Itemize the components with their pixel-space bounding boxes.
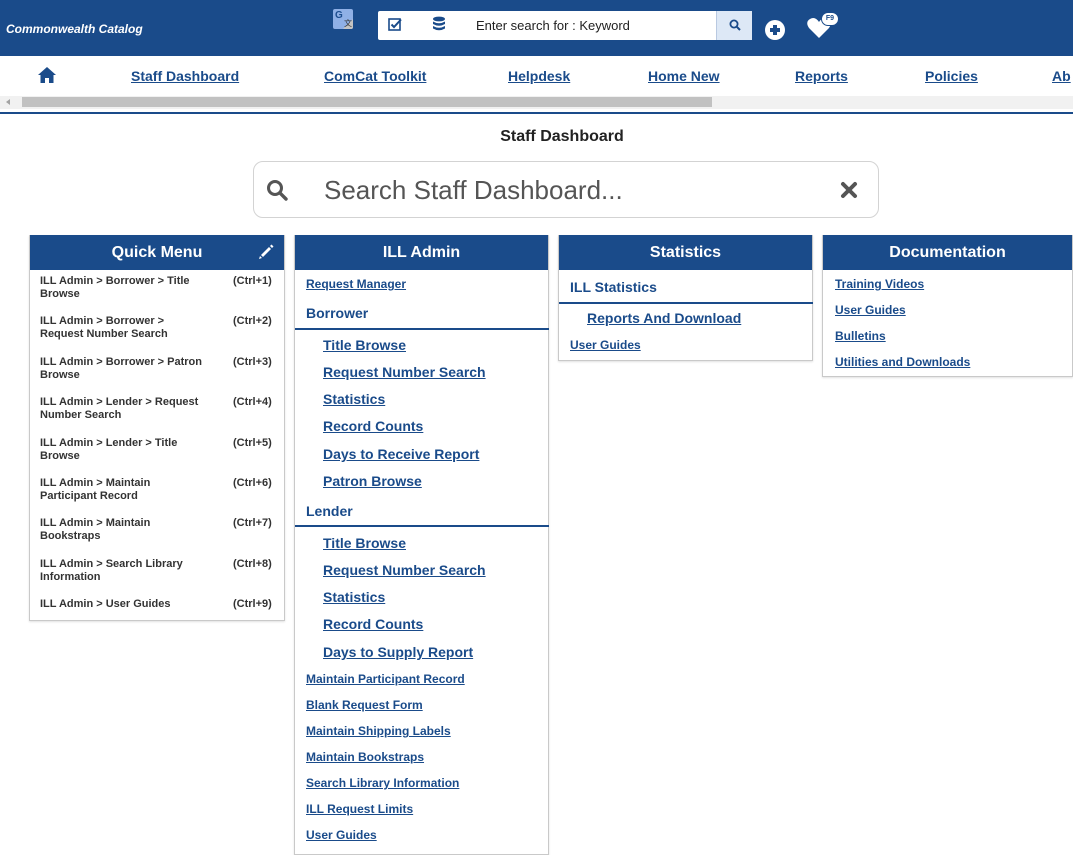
days-to-receive-report-link[interactable]: Days to Receive Report: [323, 446, 479, 462]
quick-menu-item[interactable]: ILL Admin > Search Library Information (C…: [30, 553, 284, 593]
quick-menu-item-label[interactable]: ILL Admin > Maintain Participant Record: [40, 477, 210, 503]
statistics-header: Statistics: [559, 235, 812, 270]
borrower-statistics-link[interactable]: Statistics: [323, 391, 385, 407]
borrower-record-counts-link[interactable]: Record Counts: [323, 418, 423, 434]
quick-menu-title: Quick Menu: [111, 244, 203, 261]
quick-menu-item-label[interactable]: ILL Admin > Borrower > Patron Browse: [40, 356, 210, 382]
ill-statistics-divider: [559, 302, 813, 304]
quick-menu-item-label[interactable]: ILL Admin > Maintain Bookstraps: [40, 517, 210, 543]
ill-statistics-heading: ILL Statistics: [570, 279, 657, 295]
quick-menu-item-label[interactable]: ILL Admin > Lender > Title Browse: [40, 437, 210, 463]
ill-admin-header: ILL Admin: [295, 235, 548, 270]
search-library-information-link[interactable]: Search Library Information: [306, 776, 459, 790]
quick-menu-shortcut: (Ctrl+6): [233, 476, 272, 489]
quick-menu-shortcut: (Ctrl+1): [233, 275, 272, 287]
borrower-title-browse-link[interactable]: Title Browse: [323, 337, 406, 353]
quick-menu-item-label[interactable]: ILL Admin > Search Library Information: [40, 558, 210, 584]
quick-menu-item[interactable]: ILL Admin > Borrower > Title Browse (Ctrl…: [30, 270, 284, 310]
catalog-search-input[interactable]: Enter search for : Keyword: [476, 18, 630, 33]
quick-menu-item[interactable]: ILL Admin > Lender > Request Number Sear…: [30, 391, 284, 431]
documentation-panel: Documentation Training Videos User Guide…: [822, 235, 1073, 377]
quick-menu-item[interactable]: ILL Admin > User Guides (Ctrl+9): [30, 593, 284, 633]
bulletins-link[interactable]: Bulletins: [835, 329, 886, 343]
quick-menu-header: Quick Menu: [30, 235, 284, 270]
documentation-header: Documentation: [823, 235, 1072, 270]
nav-staff-dashboard[interactable]: Staff Dashboard: [131, 68, 239, 84]
nav-divider: [0, 112, 1073, 114]
quick-menu-shortcut: (Ctrl+4): [233, 396, 272, 409]
plus-circle-icon[interactable]: [765, 20, 785, 40]
ill-admin-panel: ILL Admin Request Manager Borrower Title…: [294, 235, 549, 855]
quick-menu-item-label[interactable]: ILL Admin > Borrower > Request Number Se…: [40, 315, 210, 341]
lender-title-browse-link[interactable]: Title Browse: [323, 535, 406, 551]
page-title: Staff Dashboard: [500, 128, 624, 145]
lender-heading: Lender: [306, 503, 353, 519]
blank-request-form-link[interactable]: Blank Request Form: [306, 698, 423, 712]
nav-about[interactable]: Ab: [1052, 68, 1071, 84]
close-icon[interactable]: [837, 178, 861, 202]
quick-menu-item-label[interactable]: ILL Admin > User Guides: [40, 598, 210, 611]
favorites-shortcut-badge[interactable]: F9: [821, 12, 839, 26]
quick-menu-item[interactable]: ILL Admin > Lender > Title Browse (Ctrl+5…: [30, 432, 284, 472]
pencil-icon[interactable]: [258, 244, 274, 260]
maintain-bookstraps-link[interactable]: Maintain Bookstraps: [306, 750, 424, 764]
quick-menu-item-label[interactable]: ILL Admin > Borrower > Title Browse: [40, 275, 210, 301]
dashboard-search[interactable]: [253, 161, 879, 218]
quick-menu-shortcut: (Ctrl+8): [233, 557, 272, 570]
quick-menu-item[interactable]: ILL Admin > Borrower > Request Number Se…: [30, 310, 284, 350]
nav-comcat-toolkit[interactable]: ComCat Toolkit: [324, 68, 426, 84]
nav-horizontal-scrollbar[interactable]: [0, 96, 1073, 109]
dashboard-search-input[interactable]: [324, 174, 804, 206]
nav-home-new[interactable]: Home New: [648, 68, 720, 84]
ill-admin-user-guides-link[interactable]: User Guides: [306, 828, 377, 842]
borrower-heading: Borrower: [306, 305, 369, 321]
patron-browse-link[interactable]: Patron Browse: [323, 473, 422, 489]
maintain-shipping-labels-link[interactable]: Maintain Shipping Labels: [306, 724, 451, 738]
database-icon[interactable]: [432, 16, 446, 33]
scroll-left-arrow-icon[interactable]: [6, 99, 10, 105]
top-header: Commonwealth Catalog G文 Enter search for…: [0, 0, 1073, 56]
checkbox-icon[interactable]: [388, 17, 403, 32]
lender-request-number-search-link[interactable]: Request Number Search: [323, 562, 486, 578]
quick-menu-shortcut: (Ctrl+5): [233, 436, 272, 449]
quick-menu-item-label[interactable]: ILL Admin > Lender > Request Number Sear…: [40, 396, 210, 422]
borrower-divider: [295, 328, 549, 330]
home-icon[interactable]: [37, 66, 57, 84]
quick-menu-item[interactable]: ILL Admin > Maintain Participant Record (…: [30, 472, 284, 512]
search-icon: [729, 19, 741, 31]
quick-menu-item[interactable]: ILL Admin > Maintain Bookstraps (Ctrl+7): [30, 512, 284, 552]
documentation-user-guides-link[interactable]: User Guides: [835, 303, 906, 317]
statistics-panel: Statistics ILL Statistics Reports And Do…: [558, 235, 813, 361]
lender-divider: [295, 525, 549, 527]
quick-menu-shortcut: (Ctrl+7): [233, 517, 272, 530]
maintain-participant-record-link[interactable]: Maintain Participant Record: [306, 672, 465, 686]
request-manager-link[interactable]: Request Manager: [306, 277, 406, 291]
days-to-supply-report-link[interactable]: Days to Supply Report: [323, 644, 473, 660]
search-icon: [267, 180, 288, 201]
google-translate-icon[interactable]: G文: [333, 9, 353, 29]
catalog-search-button[interactable]: [716, 11, 752, 40]
statistics-user-guides-link[interactable]: User Guides: [570, 338, 641, 352]
nav-helpdesk[interactable]: Helpdesk: [508, 68, 570, 84]
training-videos-link[interactable]: Training Videos: [835, 277, 924, 291]
scrollbar-thumb[interactable]: [22, 97, 712, 107]
quick-menu-shortcut: (Ctrl+2): [233, 315, 272, 328]
quick-menu-shortcut: (Ctrl+3): [233, 355, 272, 368]
ill-request-limits-link[interactable]: ILL Request Limits: [306, 802, 413, 816]
reports-and-download-link[interactable]: Reports And Download: [587, 310, 741, 326]
quick-menu-shortcut: (Ctrl+9): [233, 598, 272, 611]
brand-title[interactable]: Commonwealth Catalog: [6, 22, 143, 36]
lender-record-counts-link[interactable]: Record Counts: [323, 616, 423, 632]
utilities-and-downloads-link[interactable]: Utilities and Downloads: [835, 355, 970, 369]
quick-menu-panel: Quick Menu ILL Admin > Borrower > Title …: [29, 235, 285, 621]
quick-menu-item[interactable]: ILL Admin > Borrower > Patron Browse (Ctr…: [30, 351, 284, 391]
nav-policies[interactable]: Policies: [925, 68, 978, 84]
borrower-request-number-search-link[interactable]: Request Number Search: [323, 364, 486, 380]
nav-reports[interactable]: Reports: [795, 68, 848, 84]
catalog-search-box[interactable]: Enter search for : Keyword: [378, 11, 752, 40]
lender-statistics-link[interactable]: Statistics: [323, 589, 385, 605]
